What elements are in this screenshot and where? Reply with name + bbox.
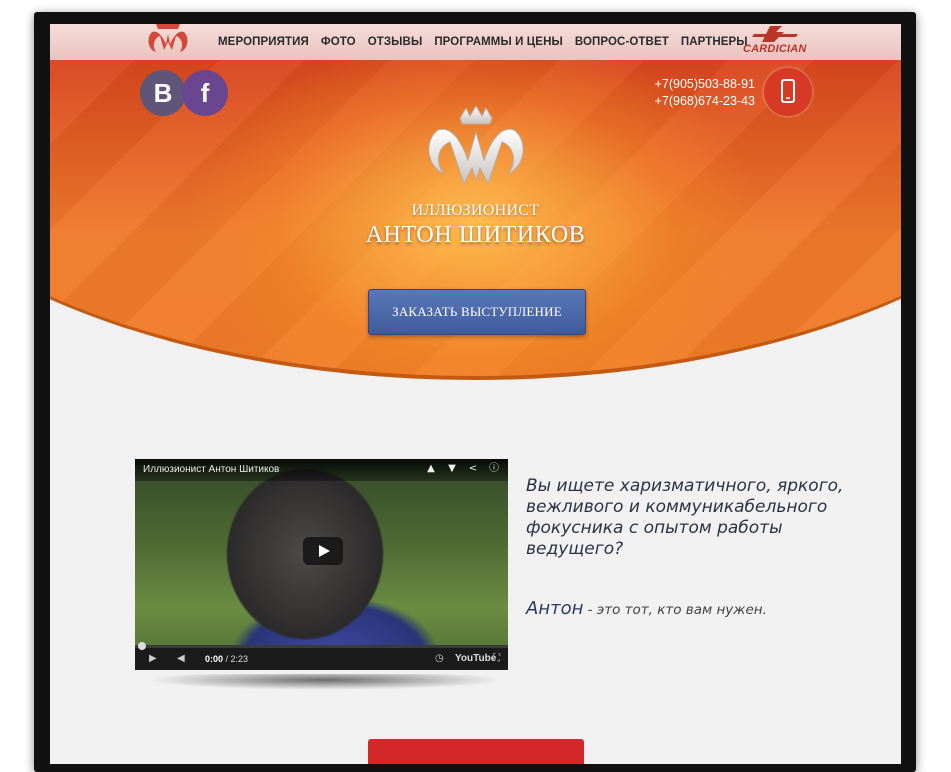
facebook-glyph: f [200, 77, 210, 108]
phone-button[interactable] [764, 68, 812, 116]
phone-number-1[interactable]: +7(905)503-88-91 [640, 76, 755, 93]
thumbs-up-icon[interactable]: ▲ [425, 463, 437, 475]
pitch-question: Вы ищете харизматичного, яркого, вежливо… [526, 476, 844, 559]
video-time: 0:00 / 2:23 [205, 654, 248, 664]
play-button[interactable] [303, 537, 343, 565]
watch-later-icon[interactable]: ◷ [435, 653, 444, 664]
phone-numbers: +7(905)503-88-91 +7(968)674-23-43 [640, 76, 755, 110]
order-performance-button[interactable]: ЗАКАЗАТЬ ВЫСТУПЛЕНИЕ [368, 289, 586, 335]
video-time-total: / 2:23 [225, 654, 249, 664]
pitch-answer-rest: - это тот, кто вам нужен. [583, 602, 767, 618]
pitch-answer-name: Антон [526, 598, 584, 619]
video-title[interactable]: Иллюзионист Антон Шитиков [143, 464, 279, 475]
video-actions: ▲ ▼ < ⓘ [425, 463, 500, 475]
youtube-video-player[interactable]: Иллюзионист Антон Шитиков ▲ ▼ < ⓘ ▶ ◀ 0:… [135, 459, 508, 670]
bottom-cta-button[interactable] [368, 739, 584, 764]
video-control-bar: ▶ ◀ 0:00 / 2:23 ◷ YouTube ⛶ [135, 642, 508, 670]
magician-monogram-logo [428, 105, 524, 186]
progress-scrubber[interactable] [138, 642, 146, 650]
nav-menu: МЕРОПРИЯТИЯ ФОТО ОТЗЫВЫ ПРОГРАММЫ И ЦЕНЫ… [218, 24, 748, 60]
facebook-icon[interactable]: f [182, 70, 228, 116]
thumbs-down-icon[interactable]: ▼ [446, 463, 458, 475]
video-shadow [90, 674, 560, 700]
nav-item-photo[interactable]: ФОТО [321, 36, 356, 48]
fullscreen-icon[interactable]: ⛶ [493, 653, 500, 664]
vk-icon[interactable]: B [140, 70, 186, 116]
vk-glyph: B [153, 77, 173, 108]
share-icon[interactable]: < [467, 463, 479, 475]
volume-icon[interactable]: ◀ [177, 653, 185, 664]
phone-number-2[interactable]: +7(968)674-23-43 [640, 93, 755, 110]
play-icon[interactable]: ▶ [149, 653, 157, 664]
crown-logo-icon[interactable] [142, 24, 194, 62]
nav-item-reviews[interactable]: ОТЗЫВЫ [368, 36, 423, 48]
info-icon[interactable]: ⓘ [488, 463, 500, 475]
youtube-logo[interactable]: YouTube [455, 653, 496, 664]
hero-subtitle: ИЛЛЮЗИОНИСТ [411, 202, 540, 219]
nav-item-events[interactable]: МЕРОПРИЯТИЯ [218, 36, 309, 48]
website-screen: МЕРОПРИЯТИЯ ФОТО ОТЗЫВЫ ПРОГРАММЫ И ЦЕНЫ… [50, 24, 901, 764]
nav-item-faq[interactable]: ВОПРОС-ОТВЕТ [575, 36, 669, 48]
video-time-current: 0:00 [205, 654, 224, 664]
nav-item-partners[interactable]: ПАРТНЕРЫ [681, 36, 748, 48]
top-navbar: МЕРОПРИЯТИЯ ФОТО ОТЗЫВЫ ПРОГРАММЫ И ЦЕНЫ… [50, 24, 901, 61]
video-title-bar: Иллюзионист Антон Шитиков ▲ ▼ < ⓘ [135, 459, 508, 481]
hero-title: АНТОН ШИТИКОВ [365, 222, 586, 248]
mobile-phone-icon [781, 79, 795, 103]
partner-logo-text: CARDICIAN [743, 43, 807, 55]
nav-item-programs-prices[interactable]: ПРОГРАММЫ И ЦЕНЫ [434, 36, 563, 48]
pitch-answer: Антон - это тот, кто вам нужен. [526, 598, 846, 619]
